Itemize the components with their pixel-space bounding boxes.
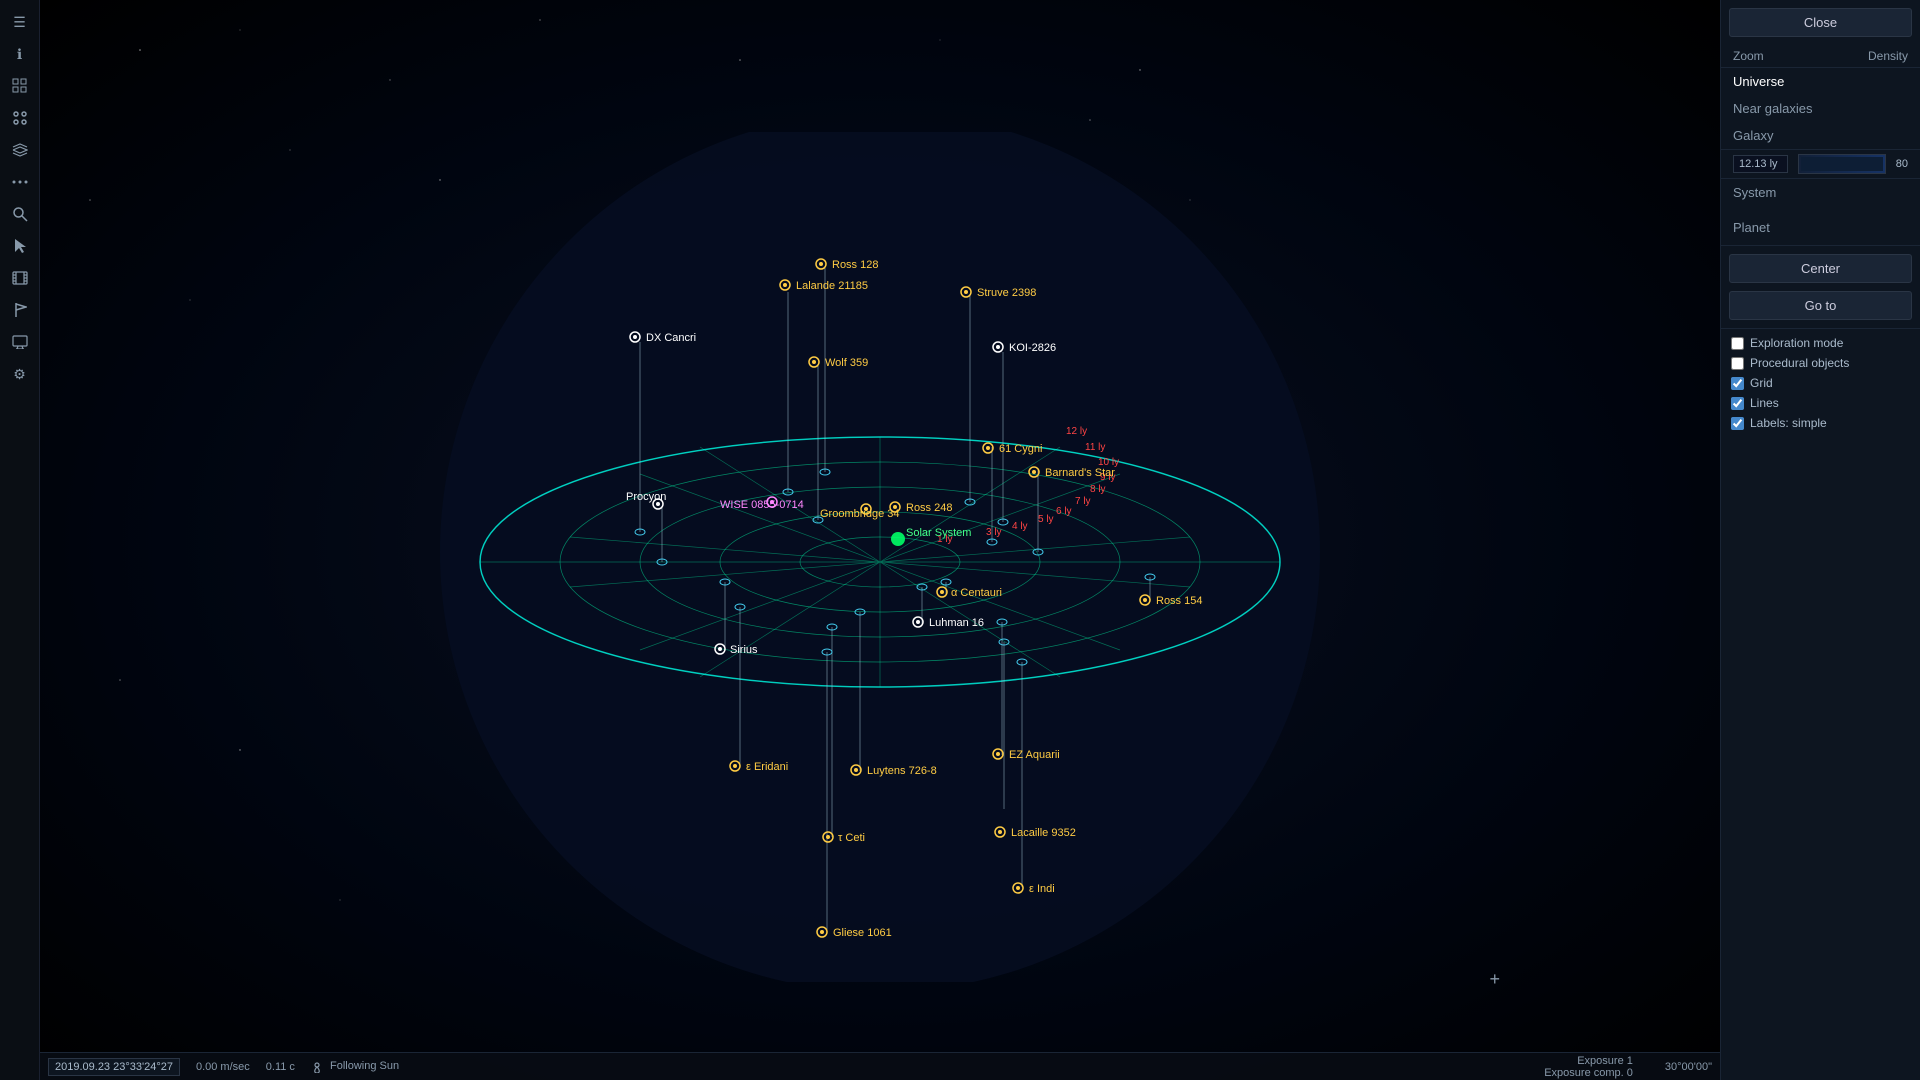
speed-c-display: 0.11 c <box>266 1061 295 1073</box>
cursor-icon[interactable] <box>6 232 34 260</box>
svg-text:Procyon: Procyon <box>626 491 666 503</box>
svg-text:WISE 0855-0714: WISE 0855-0714 <box>720 499 804 511</box>
svg-text:6 ly: 6 ly <box>1056 506 1072 517</box>
labels-checkbox[interactable]: Labels: simple <box>1721 413 1920 433</box>
level-planet[interactable]: Planet <box>1721 214 1920 241</box>
close-button[interactable]: Close <box>1729 8 1912 37</box>
svg-text:Lalande 21185: Lalande 21185 <box>796 280 868 292</box>
settings-icon[interactable]: ⚙ <box>6 360 34 388</box>
speed-display: 0.00 m/sec <box>196 1061 250 1073</box>
svg-text:Luytens 726-8: Luytens 726-8 <box>867 765 937 777</box>
zoom-label: Zoom <box>1733 49 1764 63</box>
svg-text:11 ly: 11 ly <box>1085 442 1105 453</box>
procedural-objects-input[interactable] <box>1731 357 1744 370</box>
film-icon[interactable] <box>6 264 34 292</box>
svg-text:8 ly: 8 ly <box>1090 484 1106 495</box>
svg-text:EZ Aquarii: EZ Aquarii <box>1009 749 1060 761</box>
svg-text:Barnard's Star: Barnard's Star <box>1045 467 1115 479</box>
status-bar: 2019.09.23 23°33'24°27 0.00 m/sec 0.11 c… <box>40 1052 1720 1080</box>
svg-text:5 ly: 5 ly <box>1038 514 1054 525</box>
galaxy-map[interactable]: 12 ly 11 ly 10 ly 9 ly 8 ly 7 ly 6 ly 5 … <box>430 132 1330 982</box>
info-icon[interactable]: ℹ <box>6 40 34 68</box>
grid-input[interactable] <box>1731 377 1744 390</box>
svg-text:61 Cygni: 61 Cygni <box>999 443 1042 455</box>
svg-text:DX Cancri: DX Cancri <box>646 332 696 344</box>
coordinate-display: 30°00'00" <box>1665 1061 1712 1073</box>
panel-divider-2 <box>1721 328 1920 329</box>
monitor-icon[interactable] <box>6 328 34 356</box>
svg-text:Wolf 359: Wolf 359 <box>825 357 868 369</box>
density-value-display: 80 <box>1896 158 1908 170</box>
datetime-display: 2019.09.23 23°33'24°27 <box>48 1058 180 1076</box>
svg-text:τ Ceti: τ Ceti <box>838 832 865 844</box>
panel-divider <box>1721 245 1920 246</box>
grid-icon[interactable] <box>6 72 34 100</box>
crosshair: + <box>1489 969 1500 990</box>
lines-checkbox[interactable]: Lines <box>1721 393 1920 413</box>
location-mode: Following Sun <box>311 1060 399 1072</box>
filter-icon[interactable] <box>6 104 34 132</box>
zoom-density-controls: 12.13 ly 80 <box>1721 149 1920 179</box>
svg-text:Ross 248: Ross 248 <box>906 502 952 514</box>
zoom-density-header: Zoom Density <box>1721 45 1920 68</box>
goto-button[interactable]: Go to <box>1729 291 1912 320</box>
level-near-galaxies[interactable]: Near galaxies <box>1721 95 1920 122</box>
density-label: Density <box>1868 49 1908 63</box>
svg-text:4 ly: 4 ly <box>1012 521 1028 532</box>
labels-input[interactable] <box>1731 417 1744 430</box>
level-galaxy[interactable]: Galaxy <box>1721 122 1920 149</box>
procedural-objects-label: Procedural objects <box>1750 356 1849 370</box>
level-universe[interactable]: Universe <box>1721 68 1920 95</box>
search-icon[interactable] <box>6 200 34 228</box>
center-button[interactable]: Center <box>1729 254 1912 283</box>
svg-text:ε Eridani: ε Eridani <box>746 761 788 773</box>
svg-text:3 ly: 3 ly <box>986 527 1002 538</box>
svg-text:Ross 128: Ross 128 <box>832 259 878 271</box>
svg-text:Struve 2398: Struve 2398 <box>977 287 1036 299</box>
right-panel: Close Zoom Density Universe Near galaxie… <box>1720 0 1920 1080</box>
svg-text:Luhman 16: Luhman 16 <box>929 617 984 629</box>
svg-text:Lacaille 9352: Lacaille 9352 <box>1011 827 1076 839</box>
svg-text:Solar System: Solar System <box>906 527 971 539</box>
lines-label: Lines <box>1750 396 1779 410</box>
main-viewport[interactable]: 12 ly 11 ly 10 ly 9 ly 8 ly 7 ly 6 ly 5 … <box>40 0 1720 1080</box>
labels-label: Labels: simple <box>1750 416 1827 430</box>
svg-text:12 ly: 12 ly <box>1066 426 1087 437</box>
zoom-value-display: 12.13 ly <box>1733 155 1788 173</box>
svg-text:Ross 154: Ross 154 <box>1156 595 1202 607</box>
lines-input[interactable] <box>1731 397 1744 410</box>
exploration-mode-input[interactable] <box>1731 337 1744 350</box>
svg-text:KOI-2826: KOI-2826 <box>1009 342 1056 354</box>
layers-icon[interactable] <box>6 136 34 164</box>
procedural-objects-checkbox[interactable]: Procedural objects <box>1721 353 1920 373</box>
svg-text:Groombridge 34: Groombridge 34 <box>820 508 900 520</box>
svg-text:Sirius: Sirius <box>730 644 758 656</box>
exploration-mode-checkbox[interactable]: Exploration mode <box>1721 333 1920 353</box>
exploration-mode-label: Exploration mode <box>1750 336 1843 350</box>
svg-text:ε Indi: ε Indi <box>1029 883 1055 895</box>
level-system[interactable]: System <box>1721 179 1920 206</box>
svg-text:α Centauri: α Centauri <box>951 587 1002 599</box>
left-toolbar: ☰ ℹ <box>0 0 40 1080</box>
dots-layer-icon[interactable] <box>6 168 34 196</box>
menu-icon[interactable]: ☰ <box>6 8 34 36</box>
flag-icon[interactable] <box>6 296 34 324</box>
exposure-info: Exposure 1 Exposure comp. 0 <box>1544 1055 1633 1079</box>
svg-text:Gliese 1061: Gliese 1061 <box>833 927 892 939</box>
svg-text:7 ly: 7 ly <box>1075 496 1091 507</box>
grid-checkbox[interactable]: Grid <box>1721 373 1920 393</box>
grid-label: Grid <box>1750 376 1773 390</box>
